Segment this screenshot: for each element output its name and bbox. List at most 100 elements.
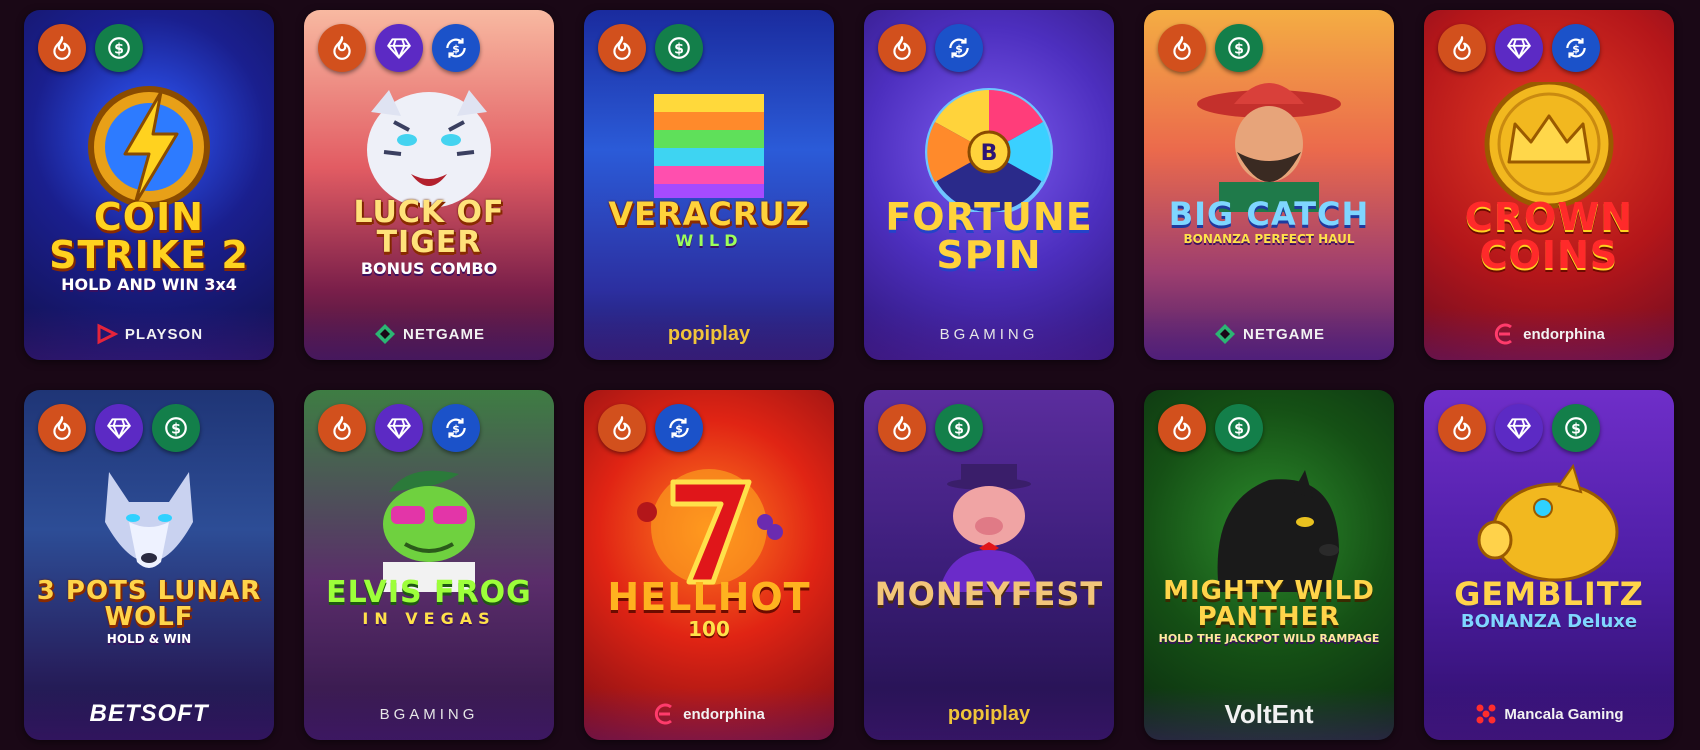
gold-coin-crown-art bbox=[1484, 82, 1614, 209]
game-grid: $ COIN STRIKE 2 HOLD AND WIN 3x4 PLAYSON… bbox=[24, 10, 1674, 740]
game-card-luck-of-tiger[interactable]: $ LUCK OF TIGER BONUS COMBO NETGAME bbox=[304, 10, 554, 360]
game-title: MONEYFEST bbox=[874, 578, 1104, 610]
provider-name: NETGAME bbox=[1243, 325, 1325, 343]
dollar-icon: $ bbox=[1552, 404, 1600, 452]
wolf-art bbox=[105, 472, 193, 568]
swap-dollar-icon: $ bbox=[432, 404, 480, 452]
diamond-icon bbox=[375, 24, 423, 72]
game-title-sub: HOLD & WIN bbox=[106, 632, 192, 646]
provider-name: endorphina bbox=[683, 705, 765, 723]
game-card-mighty-wild-panther[interactable]: $ MIGHTY WILD PANTHER HOLD THE JACKPOT W… bbox=[1144, 390, 1394, 740]
playson-logo-icon bbox=[97, 323, 119, 345]
pig-tycoon-art bbox=[939, 464, 1039, 592]
game-title: COIN STRIKE 2 HOLD AND WIN 3x4 bbox=[34, 198, 264, 293]
provider-name: popiplay bbox=[667, 322, 751, 345]
diamond-icon bbox=[375, 404, 423, 452]
svg-text:$: $ bbox=[1571, 421, 1581, 437]
fire-icon bbox=[1158, 404, 1206, 452]
dollar-icon: $ bbox=[95, 24, 143, 72]
game-title-main: MIGHTY WILD PANTHER bbox=[1163, 576, 1375, 632]
provider-name: VoltEnt bbox=[1224, 698, 1314, 729]
golden-piggy-bank-art bbox=[1477, 463, 1619, 582]
provider-name: Mancala Gaming bbox=[1504, 705, 1624, 723]
game-title: GEMBLITZ BONANZA Deluxe bbox=[1434, 578, 1664, 631]
game-title-main: COIN STRIKE 2 bbox=[49, 195, 249, 277]
feature-badges: $ bbox=[598, 404, 703, 452]
provider-footer: NETGAME bbox=[1144, 308, 1394, 360]
provider-name: popiplay bbox=[947, 702, 1031, 725]
feature-badges: $ bbox=[38, 24, 143, 72]
svg-text:$: $ bbox=[1234, 421, 1244, 437]
fisherman-art bbox=[1197, 83, 1341, 212]
game-title-main: HELLHOT bbox=[607, 575, 811, 619]
feature-badges: $ bbox=[38, 404, 200, 452]
svg-text:$: $ bbox=[114, 41, 124, 57]
game-title-sub: HOLD AND WIN 3x4 bbox=[61, 275, 237, 294]
provider-name: PLAYSON bbox=[124, 325, 204, 343]
fire-icon bbox=[878, 404, 926, 452]
game-title-sub: BONANZA Deluxe bbox=[1460, 611, 1638, 632]
provider-footer: VoltEnt bbox=[1144, 688, 1394, 740]
provider-name: NETGAME bbox=[403, 325, 485, 343]
game-title-sub: BONUS COMBO bbox=[360, 259, 498, 278]
provider-footer: BETSOFT bbox=[24, 688, 274, 740]
svg-text:$: $ bbox=[1234, 41, 1244, 57]
game-title-main: ELVIS FROG bbox=[326, 575, 532, 610]
game-title-main: MONEYFEST bbox=[874, 575, 1104, 613]
svg-text:B: B bbox=[981, 141, 998, 166]
game-title-main: VERACRUZ bbox=[608, 195, 810, 233]
provider-footer: popiplay bbox=[864, 688, 1114, 740]
game-card-elvis-frog[interactable]: $ ELVIS FROG IN VEGAS BGAMING bbox=[304, 390, 554, 740]
feature-badges: $ bbox=[878, 404, 983, 452]
game-title-sub: IN VEGAS bbox=[362, 609, 496, 628]
game-title: FORTUNE SPIN bbox=[874, 198, 1104, 274]
game-title: BIG CATCH BONANZA PERFECT HAUL bbox=[1154, 198, 1384, 245]
game-card-gemblitz-bonanza[interactable]: $ GEMBLITZ BONANZA Deluxe Mancala Gaming bbox=[1424, 390, 1674, 740]
svg-text:$: $ bbox=[674, 41, 684, 57]
lightning-coin-art bbox=[88, 86, 210, 208]
netgame-logo-icon bbox=[375, 324, 395, 344]
game-card-crown-coins[interactable]: $ CROWN COINS endorphina bbox=[1424, 10, 1674, 360]
game-card-3-pots-lunar-wolf[interactable]: $ 3 POTS LUNAR WOLF HOLD & WIN BETSOFT bbox=[24, 390, 274, 740]
game-title-main: 3 POTS LUNAR WOLF bbox=[36, 576, 262, 632]
feature-badges: $ bbox=[1438, 24, 1600, 72]
provider-name: BETSOFT bbox=[89, 700, 209, 727]
game-title-main: LUCK OF TIGER bbox=[353, 195, 505, 260]
game-card-hellhot-100[interactable]: $ HELLHOT 100 endorphina bbox=[584, 390, 834, 740]
fire-icon bbox=[878, 24, 926, 72]
fire-icon bbox=[598, 404, 646, 452]
provider-footer: Mancala Gaming bbox=[1424, 688, 1674, 740]
swap-dollar-icon: $ bbox=[1552, 24, 1600, 72]
svg-text:$: $ bbox=[955, 42, 963, 55]
game-card-coin-strike-2[interactable]: $ COIN STRIKE 2 HOLD AND WIN 3x4 PLAYSON bbox=[24, 10, 274, 360]
feature-badges: $ bbox=[598, 24, 703, 72]
game-card-big-catch[interactable]: $ BIG CATCH BONANZA PERFECT HAUL NETGAME bbox=[1144, 10, 1394, 360]
fire-icon bbox=[318, 24, 366, 72]
endorphina-logo-icon bbox=[1495, 323, 1513, 345]
provider-footer: NETGAME bbox=[304, 308, 554, 360]
dollar-icon: $ bbox=[152, 404, 200, 452]
diamond-icon bbox=[1495, 404, 1543, 452]
dollar-icon: $ bbox=[655, 24, 703, 72]
game-card-veracruz-wild[interactable]: $ VERACRUZ WILD popiplay bbox=[584, 10, 834, 360]
provider-footer: endorphina bbox=[584, 688, 834, 740]
game-card-moneyfest[interactable]: $ MONEYFEST popiplay bbox=[864, 390, 1114, 740]
provider-name: BGAMING bbox=[939, 325, 1039, 343]
game-title: MIGHTY WILD PANTHER HOLD THE JACKPOT WIL… bbox=[1154, 578, 1384, 644]
game-card-fortune-spin[interactable]: $ B FORTUNE SPIN BGAMING bbox=[864, 10, 1114, 360]
game-title-sub: 100 bbox=[688, 617, 730, 641]
swap-dollar-icon: $ bbox=[655, 404, 703, 452]
svg-text:$: $ bbox=[675, 422, 683, 435]
svg-text:$: $ bbox=[1572, 42, 1580, 55]
game-title: CROWN COINS bbox=[1434, 198, 1664, 274]
provider-footer: BGAMING bbox=[864, 308, 1114, 360]
provider-footer: popiplay bbox=[584, 308, 834, 360]
diamond-icon bbox=[95, 404, 143, 452]
game-title: 3 POTS LUNAR WOLF HOLD & WIN bbox=[34, 578, 264, 645]
panther-art bbox=[1217, 470, 1339, 592]
game-title: LUCK OF TIGER BONUS COMBO bbox=[314, 198, 544, 277]
frog-art bbox=[383, 470, 475, 592]
feature-badges: $ bbox=[1158, 24, 1263, 72]
feature-badges: $ bbox=[318, 404, 480, 452]
fire-icon bbox=[1438, 404, 1486, 452]
